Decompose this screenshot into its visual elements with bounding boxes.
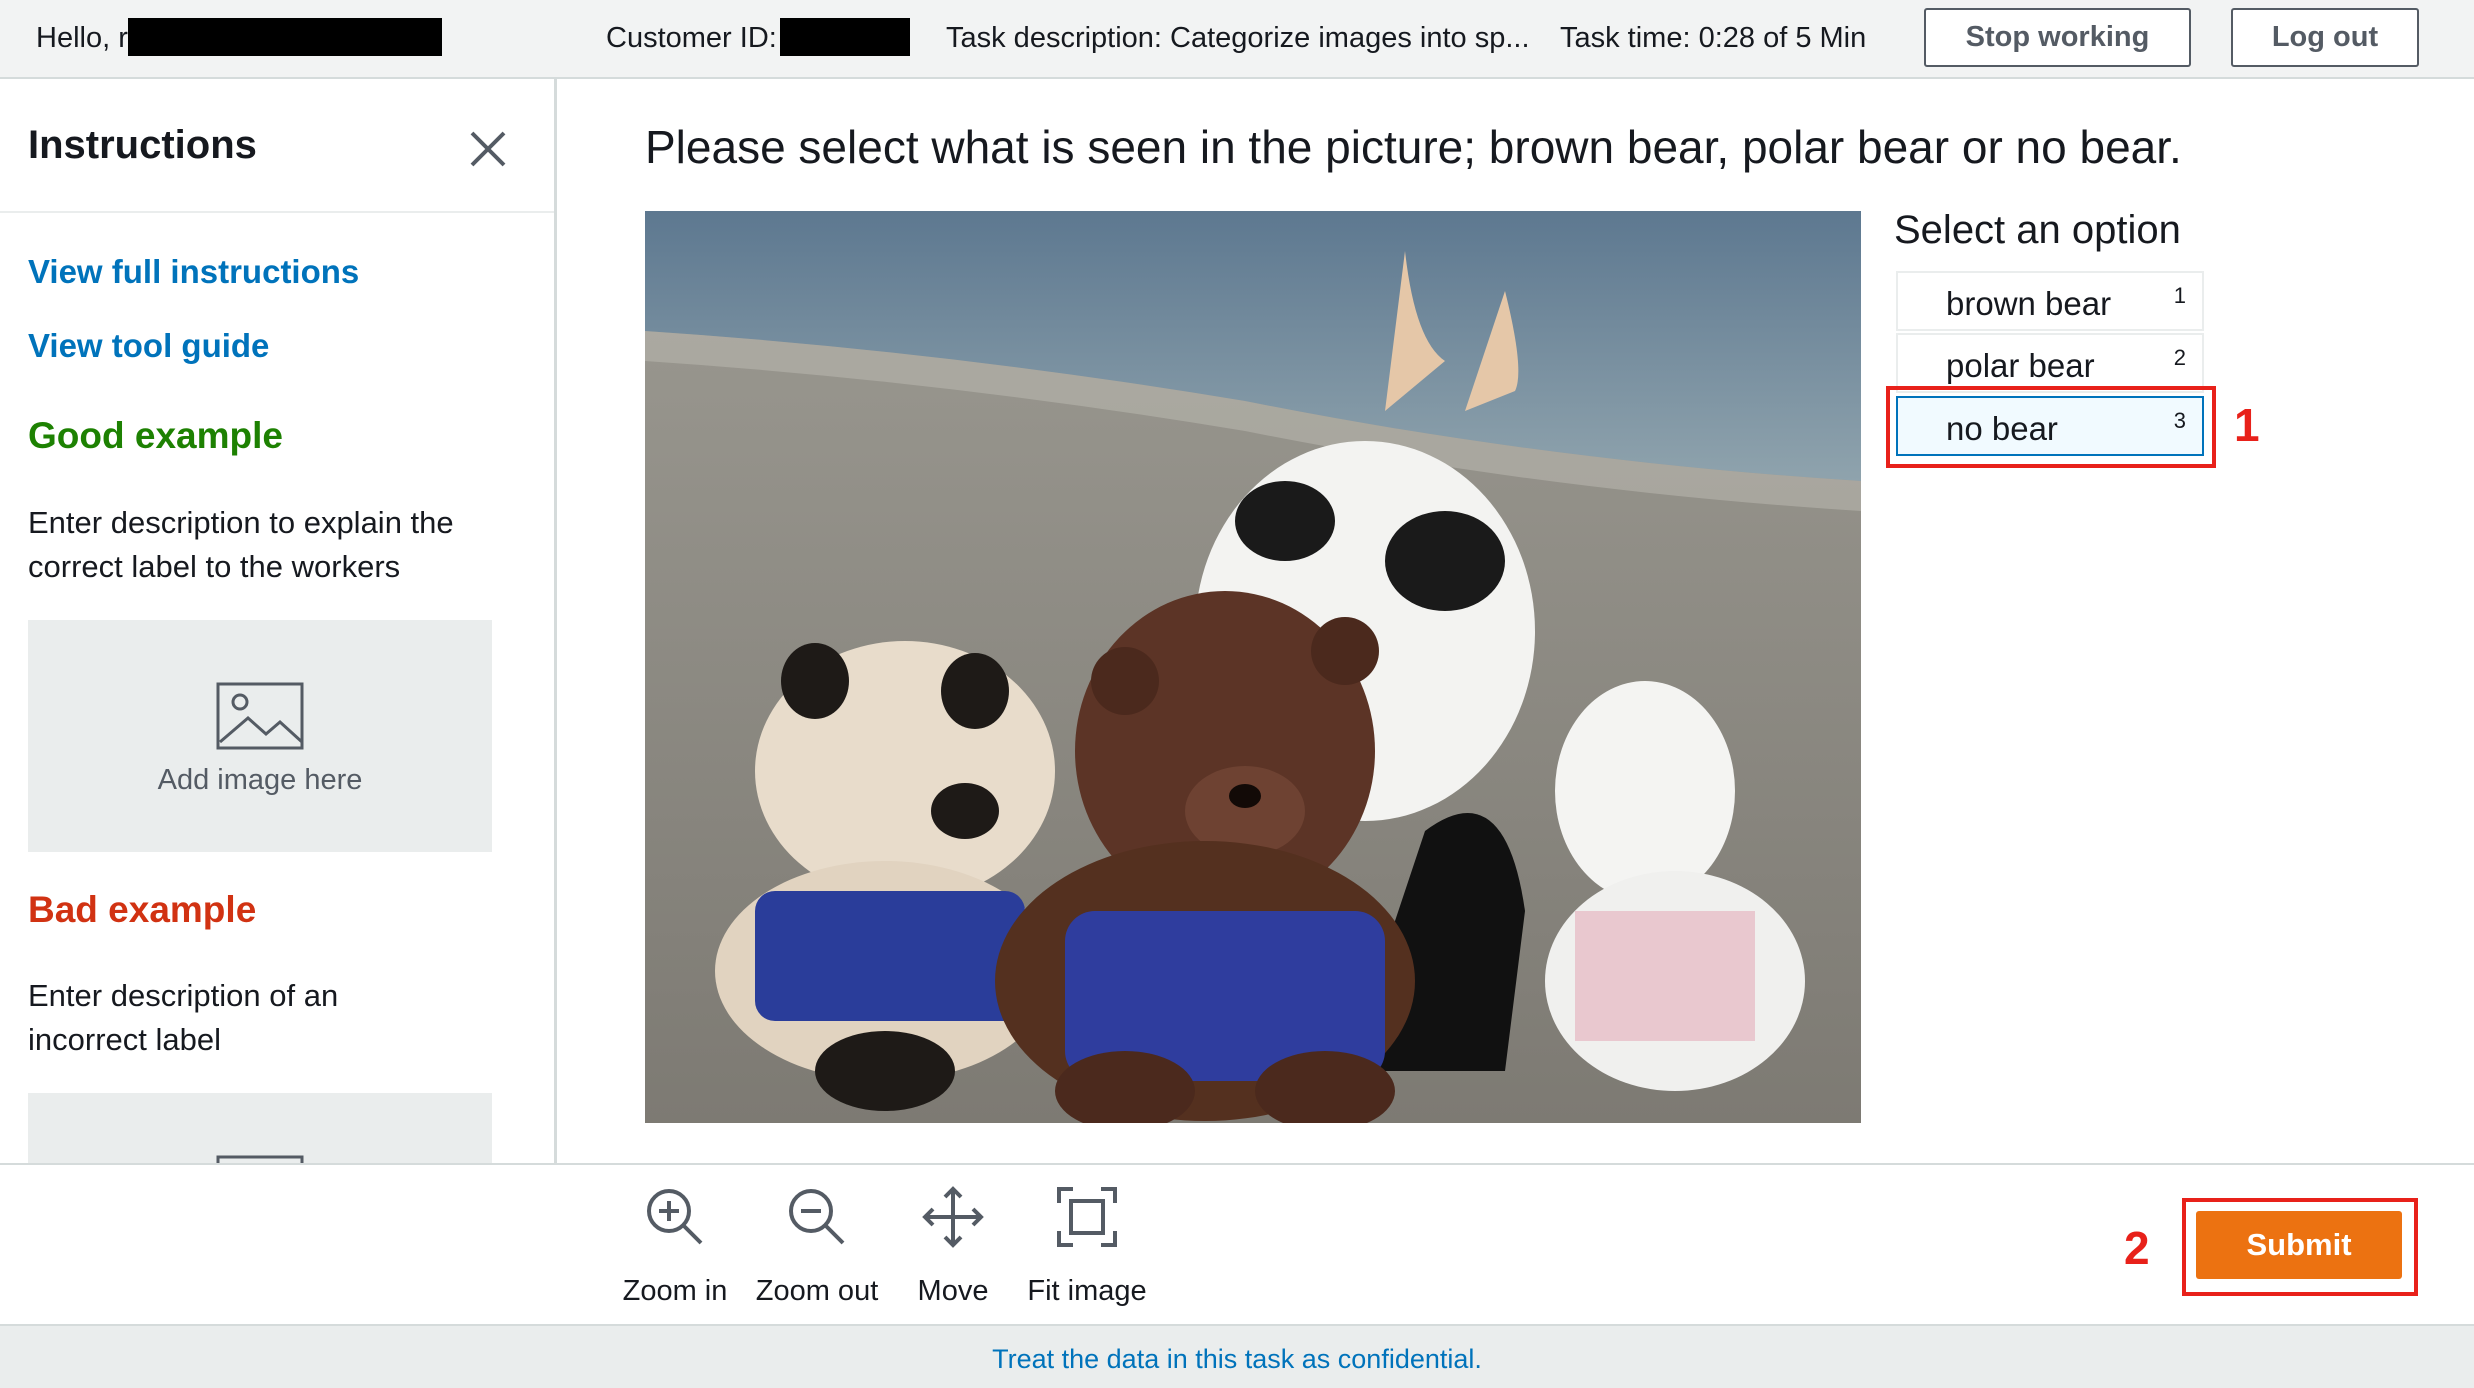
option-label: polar bear (1946, 347, 2095, 384)
good-example-image-placeholder: Add image here (28, 620, 492, 852)
move-icon (922, 1186, 984, 1248)
image-toolbar: Zoom in Zoom out Move Fit image (0, 1163, 2474, 1324)
add-image-label: Add image here (157, 764, 363, 796)
good-example-heading: Good example (28, 415, 283, 456)
annotation-number: 1 (2234, 399, 2260, 451)
fit-image-button[interactable]: Fit image (1012, 1185, 1162, 1315)
task-question: Please select what is seen in the pictur… (645, 121, 2182, 173)
option-shortcut-key: 2 (2173, 345, 2186, 370)
redacted-username (128, 18, 442, 56)
submit-button[interactable]: Submit (2196, 1211, 2402, 1279)
instructions-panel: Instructions View full instructions View… (0, 79, 557, 1163)
task-timer: Task time: 0:28 of 5 Min (1560, 22, 1867, 54)
zoom-out-label: Zoom out (755, 1275, 879, 1307)
confidential-notice: Treat the data in this task as confident… (992, 1344, 1482, 1374)
close-icon[interactable] (466, 127, 510, 171)
redacted-customer-id (780, 18, 910, 56)
footer: Treat the data in this task as confident… (0, 1324, 2474, 1388)
top-bar: Hello, r Customer ID: Task description: … (0, 0, 2474, 79)
option-brown-bear[interactable]: brown bear 1 (1896, 271, 2204, 331)
zoom-out-button[interactable]: Zoom out (742, 1185, 892, 1315)
fit-image-icon (1057, 1187, 1117, 1247)
image-icon (216, 682, 304, 750)
task-image (645, 211, 1861, 1123)
good-example-text: Enter description to explain the correct… (28, 505, 454, 584)
zoom-in-button[interactable]: Zoom in (600, 1185, 750, 1315)
image-icon (216, 1155, 304, 1163)
move-button[interactable]: Move (878, 1185, 1028, 1315)
option-shortcut-key: 1 (2173, 283, 2186, 308)
instructions-title: Instructions (28, 123, 257, 167)
task-description: Task description: Categorize images into… (946, 22, 1530, 54)
view-tool-guide-link[interactable]: View tool guide (28, 327, 269, 365)
bad-example-heading: Bad example (28, 889, 257, 930)
move-label: Move (917, 1275, 989, 1307)
option-polar-bear[interactable]: polar bear 2 (1896, 333, 2204, 393)
fit-image-label: Fit image (1027, 1275, 1147, 1307)
stop-working-button[interactable]: Stop working (1924, 8, 2191, 67)
bad-example-text: Enter description of an incorrect label (28, 978, 339, 1057)
bad-example-image-placeholder (28, 1093, 492, 1163)
option-label: brown bear (1946, 285, 2112, 322)
options-title: Select an option (1894, 208, 2181, 252)
customer-id-label: Customer ID: (606, 22, 777, 54)
instructions-header: Instructions (0, 79, 554, 213)
zoom-out-icon (789, 1189, 845, 1245)
view-full-instructions-link[interactable]: View full instructions (28, 253, 359, 291)
zoom-in-icon (647, 1189, 703, 1245)
log-out-button[interactable]: Log out (2231, 8, 2419, 67)
annotation-number: 2 (2124, 1222, 2150, 1274)
zoom-in-label: Zoom in (622, 1275, 728, 1307)
greeting: Hello, r (36, 22, 128, 54)
annotation-highlight-box (1886, 386, 2216, 468)
